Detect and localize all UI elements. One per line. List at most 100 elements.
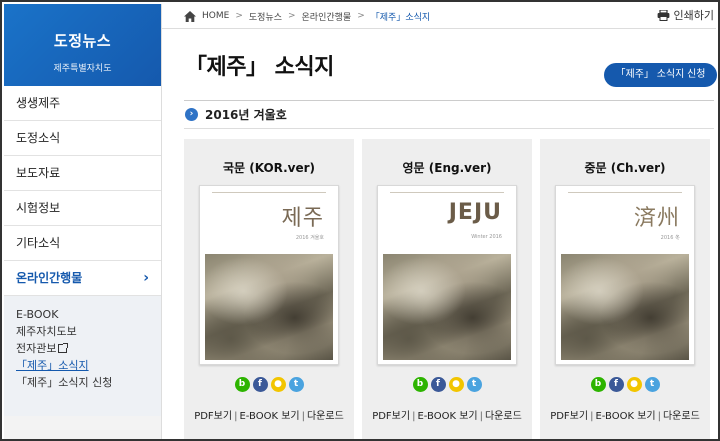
- download-link[interactable]: 다운로드: [307, 411, 344, 422]
- submenu-item-e-gazette[interactable]: 전자관보: [16, 340, 161, 357]
- chevron-circle-icon: ›: [185, 108, 198, 121]
- cover-photo: [561, 254, 689, 360]
- twitter-share-icon[interactable]: t: [288, 377, 304, 392]
- cover-title: 제주: [281, 206, 324, 231]
- card-title: 국문 (KOR.ver): [222, 161, 316, 175]
- sidebar-header: 도정뉴스 제주특별자치도: [4, 4, 161, 86]
- print-label: 인쇄하기: [673, 9, 714, 22]
- ebook-view-link[interactable]: E-BOOK 보기: [239, 411, 299, 422]
- publication-card-chinese: 중문 (Ch.ver) 済州 2016 冬 b f ● t PDF보기 | E-BO…: [540, 139, 710, 439]
- kakaostory-share-icon[interactable]: ●: [626, 377, 642, 392]
- sidebar-submenu: E-BOOK 제주자치도보 전자관보 「제주」소식지 「제주」소식지 신청: [4, 296, 161, 416]
- link-separator: |: [412, 411, 416, 422]
- breadcrumb-separator: >: [357, 11, 365, 21]
- page-title: 「제주」 소식지: [185, 55, 334, 80]
- divider: [184, 100, 714, 101]
- blog-share-icon[interactable]: b: [234, 377, 250, 392]
- sidebar-item-label: 생생제주: [16, 96, 61, 110]
- sidebar-item-exam[interactable]: 시험정보: [4, 191, 161, 226]
- submenu-item-gazette[interactable]: 제주자치도보: [16, 323, 161, 340]
- cover-rule: [212, 192, 326, 193]
- external-link-icon: [58, 343, 69, 353]
- download-link[interactable]: 다운로드: [485, 411, 522, 422]
- sidebar-item-label: 보도자료: [16, 166, 61, 180]
- breadcrumb-item[interactable]: 도정뉴스: [249, 10, 282, 23]
- blog-share-icon[interactable]: b: [590, 377, 606, 392]
- facebook-share-icon[interactable]: f: [430, 377, 446, 392]
- sidebar-item-label: 기타소식: [16, 236, 61, 250]
- cover-image[interactable]: JEJU Winter 2016: [377, 185, 517, 365]
- cover-photo: [383, 254, 511, 360]
- publication-card-english: 영문 (Eng.ver) JEJU Winter 2016 b f ● t PD…: [362, 139, 532, 439]
- card-links: PDF보기 | E-BOOK 보기 | 다운로드: [540, 407, 710, 422]
- download-link[interactable]: 다운로드: [663, 411, 700, 422]
- pdf-view-link[interactable]: PDF보기: [194, 411, 232, 422]
- card-links: PDF보기 | E-BOOK 보기 | 다운로드: [184, 407, 354, 422]
- breadcrumb: HOME > 도정뉴스 > 온라인간행물 > 「제주」소식지: [184, 6, 430, 26]
- sidebar-item-saengsaeng[interactable]: 생생제주: [4, 86, 161, 121]
- card-title: 영문 (Eng.ver): [402, 161, 492, 175]
- printer-icon: [657, 8, 670, 21]
- cover-image[interactable]: 済州 2016 冬: [555, 185, 695, 365]
- card-links: PDF보기 | E-BOOK 보기 | 다운로드: [362, 407, 532, 422]
- pdf-view-link[interactable]: PDF보기: [550, 411, 588, 422]
- link-separator: |: [301, 411, 305, 422]
- sidebar-item-etc[interactable]: 기타소식: [4, 226, 161, 261]
- cover-caption: 2016 겨울호: [295, 235, 324, 241]
- cover-rule: [390, 192, 504, 193]
- link-separator: |: [479, 411, 483, 422]
- sidebar: 도정뉴스 제주특별자치도 생생제주 도정소식 보도자료 시험정보 기타소식 온라…: [4, 4, 162, 439]
- issue-label: 2016년 겨울호: [205, 108, 287, 122]
- link-separator: |: [234, 411, 238, 422]
- breadcrumb-separator: >: [235, 11, 243, 21]
- cover-photo: [205, 254, 333, 360]
- ebook-view-link[interactable]: E-BOOK 보기: [595, 411, 655, 422]
- divider: [162, 28, 716, 29]
- pdf-view-link[interactable]: PDF보기: [372, 411, 410, 422]
- page-frame: 도정뉴스 제주특별자치도 생생제주 도정소식 보도자료 시험정보 기타소식 온라…: [0, 0, 720, 441]
- issue-heading: › 2016년 겨울호: [185, 106, 287, 123]
- card-title: 중문 (Ch.ver): [584, 161, 666, 175]
- sidebar-item-online-publications[interactable]: 온라인간행물 ›: [4, 261, 161, 296]
- link-separator: |: [657, 411, 661, 422]
- sidebar-subtitle: 제주특별자치도: [53, 64, 112, 74]
- cover-title: JEJU: [448, 200, 502, 225]
- divider: [184, 128, 714, 129]
- sidebar-title: 도정뉴스: [53, 32, 112, 50]
- cover-rule: [568, 192, 682, 193]
- sidebar-item-label: 도정소식: [16, 131, 61, 145]
- share-buttons: b f ● t: [362, 377, 532, 392]
- sidebar-item-label: 시험정보: [16, 201, 61, 215]
- twitter-share-icon[interactable]: t: [466, 377, 482, 392]
- sidebar-item-dojeong-news[interactable]: 도정소식: [4, 121, 161, 156]
- cover-title: 済州: [633, 206, 680, 231]
- cover-caption: 2016 冬: [660, 235, 680, 241]
- cover-image[interactable]: 제주 2016 겨울호: [199, 185, 339, 365]
- facebook-share-icon[interactable]: f: [252, 377, 268, 392]
- newsletter-apply-button[interactable]: 「제주」 소식지 신청: [604, 63, 717, 87]
- twitter-share-icon[interactable]: t: [644, 377, 660, 392]
- home-icon[interactable]: [184, 10, 196, 22]
- submenu-item-label: 전자관보: [16, 342, 57, 355]
- kakaostory-share-icon[interactable]: ●: [270, 377, 286, 392]
- sidebar-item-label: 온라인간행물: [16, 271, 83, 285]
- breadcrumb-current[interactable]: 「제주」소식지: [371, 10, 430, 23]
- sidebar-menu: 생생제주 도정소식 보도자료 시험정보 기타소식 온라인간행물 ›: [4, 86, 161, 296]
- link-separator: |: [590, 411, 594, 422]
- share-buttons: b f ● t: [184, 377, 354, 392]
- sidebar-item-press[interactable]: 보도자료: [4, 156, 161, 191]
- kakaostory-share-icon[interactable]: ●: [448, 377, 464, 392]
- cover-caption: Winter 2016: [471, 234, 502, 240]
- blog-share-icon[interactable]: b: [412, 377, 428, 392]
- ebook-view-link[interactable]: E-BOOK 보기: [417, 411, 477, 422]
- chevron-right-icon: ›: [143, 270, 149, 286]
- submenu-item-ebook[interactable]: E-BOOK: [16, 306, 161, 323]
- submenu-item-newsletter-apply[interactable]: 「제주」소식지 신청: [16, 374, 161, 391]
- facebook-share-icon[interactable]: f: [608, 377, 624, 392]
- breadcrumb-item[interactable]: 온라인간행물: [302, 10, 352, 23]
- breadcrumb-home[interactable]: HOME: [202, 11, 229, 21]
- breadcrumb-separator: >: [287, 11, 296, 21]
- submenu-item-jeju-newsletter[interactable]: 「제주」소식지: [16, 357, 161, 374]
- share-buttons: b f ● t: [540, 377, 710, 392]
- print-button[interactable]: 인쇄하기: [657, 7, 714, 23]
